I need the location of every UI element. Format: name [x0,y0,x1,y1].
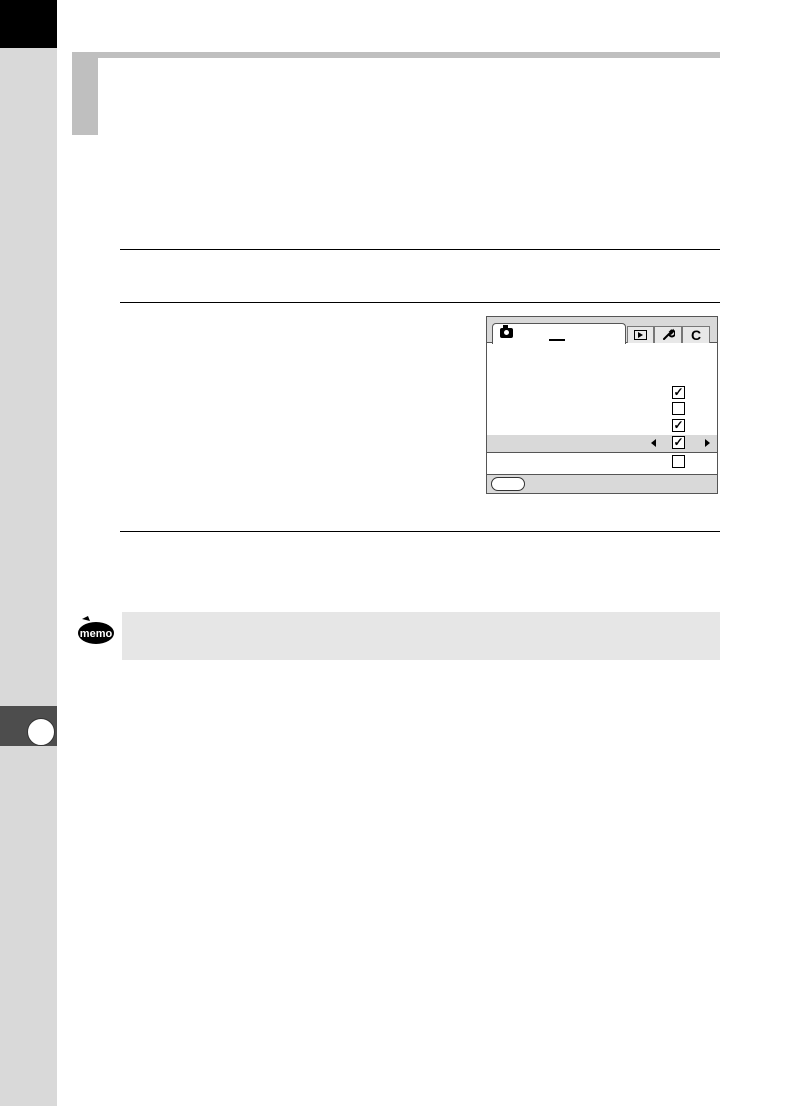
checkbox-checked[interactable]: ✓ [672,386,685,399]
camera-menu-screen: C ✓ ✓ ✓ [486,316,718,494]
custom-icon: C [690,327,702,343]
custom-tab[interactable]: C [682,326,710,343]
option-row-4-selected[interactable]: ✓ [487,435,717,453]
menu-footer [487,474,717,493]
step-rule-1 [120,249,720,250]
menu-button[interactable] [491,477,525,491]
section-header-block [72,52,98,135]
wrench-icon [662,328,676,343]
svg-text:memo: memo [80,628,113,640]
step-rule-2 [120,302,720,303]
playback-tab[interactable] [627,326,654,343]
playback-icon [634,330,647,340]
chapter-number-circle [27,718,55,746]
camera-icon [500,325,513,338]
page-indicator [549,339,565,341]
arrow-right-icon [705,439,710,447]
memo-box [122,612,720,660]
memo-icon: memo [74,615,116,647]
camera-tab[interactable] [492,323,626,344]
menu-tab-bar: C [487,317,717,344]
checkbox-checked[interactable]: ✓ [672,436,685,449]
arrow-left-icon [651,439,656,447]
option-row-3[interactable]: ✓ [487,418,717,434]
option-row-1[interactable]: ✓ [487,385,717,401]
checkbox-unchecked[interactable] [672,455,685,468]
option-row-5[interactable] [487,454,717,470]
section-header-bar [72,52,720,58]
option-row-2[interactable] [487,401,717,417]
checkbox-checked[interactable]: ✓ [672,419,685,432]
checkbox-unchecked[interactable] [672,402,685,415]
step-rule-3 [120,531,720,532]
chapter-top-block [0,0,57,48]
setup-tab[interactable] [654,326,682,343]
chapter-margin-strip [0,0,57,1106]
